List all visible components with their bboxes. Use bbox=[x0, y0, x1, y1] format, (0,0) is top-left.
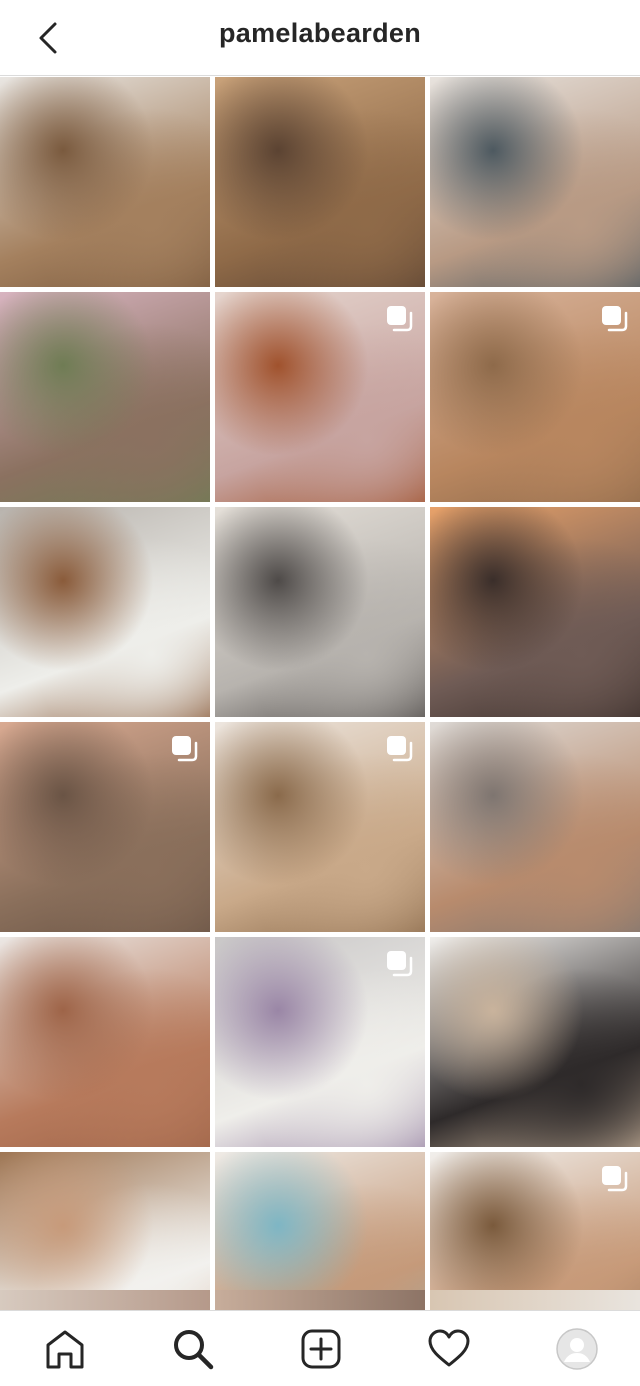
new-post-icon bbox=[301, 1329, 341, 1369]
carousel-multiple-icon bbox=[602, 306, 628, 332]
post-staircase-shelves[interactable] bbox=[430, 937, 640, 1147]
post-birthday-cake[interactable] bbox=[215, 937, 425, 1147]
search-icon bbox=[174, 1330, 214, 1370]
activity-heart-icon bbox=[428, 1329, 470, 1367]
post-tattoo[interactable] bbox=[430, 77, 640, 287]
post-partial-1[interactable] bbox=[0, 1290, 210, 1310]
post-white-tiles[interactable] bbox=[0, 507, 210, 717]
carousel-multiple-icon bbox=[172, 736, 198, 762]
post-bathroom-vanity[interactable] bbox=[0, 77, 210, 287]
carousel-multiple-icon bbox=[387, 306, 413, 332]
post-child-sweater[interactable] bbox=[215, 507, 425, 717]
partial-post-row bbox=[0, 1290, 640, 1310]
carousel-multiple-icon bbox=[387, 951, 413, 977]
post-cafe-mural[interactable] bbox=[215, 292, 425, 502]
post-two-children[interactable] bbox=[0, 937, 210, 1147]
post-dried-flowers[interactable] bbox=[215, 722, 425, 932]
tab-new-post[interactable] bbox=[297, 1325, 345, 1373]
profile-avatar-icon bbox=[556, 1328, 598, 1370]
carousel-multiple-icon bbox=[387, 736, 413, 762]
tab-profile[interactable] bbox=[553, 1325, 601, 1373]
post-airplane-child[interactable] bbox=[430, 722, 640, 932]
top-navigation-bar: pamelabearden bbox=[0, 0, 640, 76]
post-selfie-portrait[interactable] bbox=[430, 292, 640, 502]
tab-home[interactable] bbox=[41, 1325, 89, 1373]
profile-post-grid bbox=[0, 77, 640, 1362]
profile-username-title: pamelabearden bbox=[219, 18, 421, 48]
bottom-tab-bar bbox=[0, 1310, 640, 1386]
post-magnolia-tree[interactable] bbox=[0, 292, 210, 502]
post-restaurant-interior[interactable] bbox=[215, 77, 425, 287]
post-partial-2[interactable] bbox=[215, 1290, 425, 1310]
post-sunset-trees[interactable] bbox=[430, 507, 640, 717]
home-icon bbox=[46, 1330, 84, 1369]
post-close-selfie[interactable] bbox=[0, 722, 210, 932]
post-partial-3[interactable] bbox=[430, 1290, 640, 1310]
tab-activity[interactable] bbox=[425, 1325, 473, 1373]
carousel-multiple-icon bbox=[602, 1166, 628, 1192]
tab-search[interactable] bbox=[169, 1325, 217, 1373]
